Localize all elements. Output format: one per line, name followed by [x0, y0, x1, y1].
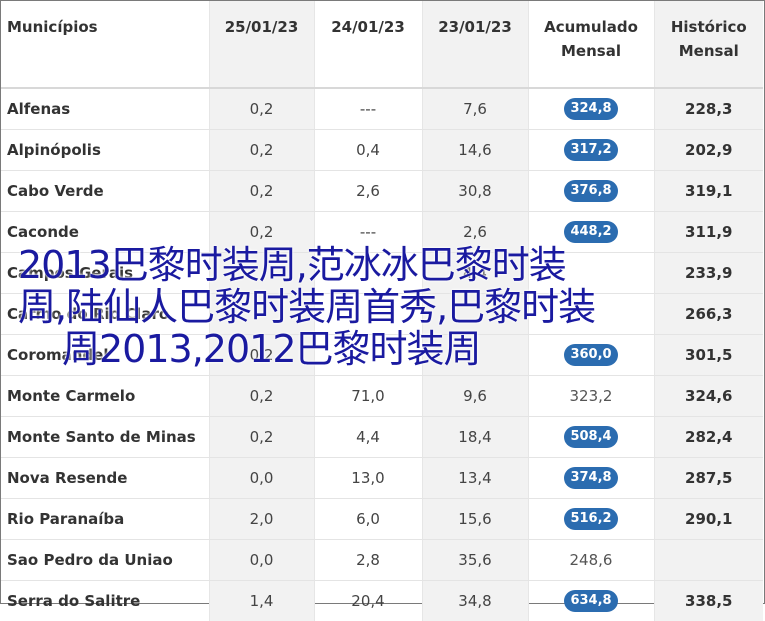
value-25-01-23: 1,4 — [209, 581, 314, 621]
value-24-01-23: 2,8 — [314, 540, 422, 581]
value-historico-mensal: 228,3 — [654, 88, 763, 130]
value-23-01-23: 35,6 — [422, 540, 528, 581]
value-acumulado-mensal: 248,6 — [528, 540, 654, 581]
header-date-24-01-23[interactable]: 24/01/23 — [314, 1, 422, 88]
header-date-25-01-23[interactable]: 25/01/23 — [209, 1, 314, 88]
table-row: Cabo Verde0,22,630,8 376,8 319,1 — [1, 171, 763, 212]
value-historico-mensal: 287,5 — [654, 458, 763, 499]
value-25-01-23: 2,0 — [209, 499, 314, 540]
table-row: Serra do Salitre1,420,434,8 634,8 338,5 — [1, 581, 763, 621]
value-acumulado-mensal: 323,2 — [528, 376, 654, 417]
header-acumulado-mensal[interactable]: Acumulado Mensal — [528, 1, 654, 88]
value-23-01-23: 18,4 — [422, 417, 528, 458]
value-acumulado-mensal: 376,8 — [528, 171, 654, 212]
header-historico-mensal[interactable]: Histórico Mensal — [654, 1, 763, 88]
acumulado-value: 323,2 — [570, 387, 613, 405]
value-23-01-23: 15,6 — [422, 499, 528, 540]
table-row: Rio Paranaíba2,06,015,6 516,2 290,1 — [1, 499, 763, 540]
table-row: Nova Resende0,013,013,4 374,8 287,5 — [1, 458, 763, 499]
municipio-name: Alfenas — [1, 88, 209, 130]
value-25-01-23: 0,2 — [209, 130, 314, 171]
header-historico-line2: Mensal — [655, 39, 764, 63]
table-row: Alfenas0,2---7,6 324,8 228,3 — [1, 88, 763, 130]
value-24-01-23: 4,4 — [314, 417, 422, 458]
municipio-name: Sao Pedro da Uniao — [1, 540, 209, 581]
acumulado-badge: 448,2 — [564, 221, 617, 243]
municipio-name: Serra do Salitre — [1, 581, 209, 621]
value-24-01-23: 20,4 — [314, 581, 422, 621]
value-25-01-23: 0,2 — [209, 376, 314, 417]
value-23-01-23: 14,6 — [422, 130, 528, 171]
value-23-01-23: 9,6 — [422, 376, 528, 417]
acumulado-value: 248,6 — [570, 551, 613, 569]
value-acumulado-mensal: 324,8 — [528, 88, 654, 130]
value-23-01-23: 7,6 — [422, 88, 528, 130]
value-24-01-23: 2,6 — [314, 171, 422, 212]
value-24-01-23: 6,0 — [314, 499, 422, 540]
value-25-01-23: 0,0 — [209, 458, 314, 499]
value-acumulado-mensal: 374,8 — [528, 458, 654, 499]
table-row: Monte Carmelo0,271,09,6 323,2 324,6 — [1, 376, 763, 417]
value-historico-mensal: 338,5 — [654, 581, 763, 621]
municipio-name: Nova Resende — [1, 458, 209, 499]
value-historico-mensal: 290,1 — [654, 499, 763, 540]
municipio-name: Monte Carmelo — [1, 376, 209, 417]
acumulado-badge: 324,8 — [564, 98, 617, 120]
overlay-watermark-text: 2013巴黎时装周,范冰冰巴黎时装 周,陆仙人巴黎时装周首秀,巴黎时装 周201… — [18, 244, 718, 370]
value-23-01-23: 34,8 — [422, 581, 528, 621]
header-historico-line1: Histórico — [655, 15, 764, 39]
value-24-01-23: --- — [314, 88, 422, 130]
value-24-01-23: 71,0 — [314, 376, 422, 417]
acumulado-badge: 634,8 — [564, 590, 617, 612]
value-24-01-23: 13,0 — [314, 458, 422, 499]
table-row: Sao Pedro da Uniao0,02,835,6 248,6 — [1, 540, 763, 581]
overlay-line-1: 2013巴黎时装周,范冰冰巴黎时装 — [18, 244, 718, 286]
value-acumulado-mensal: 508,4 — [528, 417, 654, 458]
value-25-01-23: 0,2 — [209, 171, 314, 212]
value-acumulado-mensal: 516,2 — [528, 499, 654, 540]
acumulado-badge: 317,2 — [564, 139, 617, 161]
value-23-01-23: 13,4 — [422, 458, 528, 499]
value-acumulado-mensal: 634,8 — [528, 581, 654, 621]
value-23-01-23: 30,8 — [422, 171, 528, 212]
acumulado-badge: 516,2 — [564, 508, 617, 530]
header-acumulado-line2: Mensal — [529, 39, 654, 63]
table-header: Municípios 25/01/23 24/01/23 23/01/23 Ac… — [1, 1, 763, 88]
acumulado-badge: 508,4 — [564, 426, 617, 448]
value-historico-mensal: 319,1 — [654, 171, 763, 212]
municipio-name: Cabo Verde — [1, 171, 209, 212]
header-date-23-01-23[interactable]: 23/01/23 — [422, 1, 528, 88]
value-25-01-23: 0,0 — [209, 540, 314, 581]
value-historico-mensal: 324,6 — [654, 376, 763, 417]
table-row: Monte Santo de Minas0,24,418,4 508,4 282,4 — [1, 417, 763, 458]
value-25-01-23: 0,2 — [209, 417, 314, 458]
header-municipios[interactable]: Municípios — [1, 1, 209, 88]
value-25-01-23: 0,2 — [209, 88, 314, 130]
municipio-name: Rio Paranaíba — [1, 499, 209, 540]
value-acumulado-mensal: 317,2 — [528, 130, 654, 171]
acumulado-badge: 376,8 — [564, 180, 617, 202]
value-24-01-23: 0,4 — [314, 130, 422, 171]
header-acumulado-line1: Acumulado — [529, 15, 654, 39]
value-historico-mensal: 282,4 — [654, 417, 763, 458]
overlay-line-2: 周,陆仙人巴黎时装周首秀,巴黎时装 — [18, 286, 718, 328]
municipio-name: Monte Santo de Minas — [1, 417, 209, 458]
municipio-name: Alpinópolis — [1, 130, 209, 171]
value-historico-mensal — [654, 540, 763, 581]
overlay-line-3: 周2013,2012巴黎时装周 — [18, 328, 718, 370]
table-row: Alpinópolis0,20,414,6 317,2 202,9 — [1, 130, 763, 171]
acumulado-badge: 374,8 — [564, 467, 617, 489]
value-historico-mensal: 202,9 — [654, 130, 763, 171]
